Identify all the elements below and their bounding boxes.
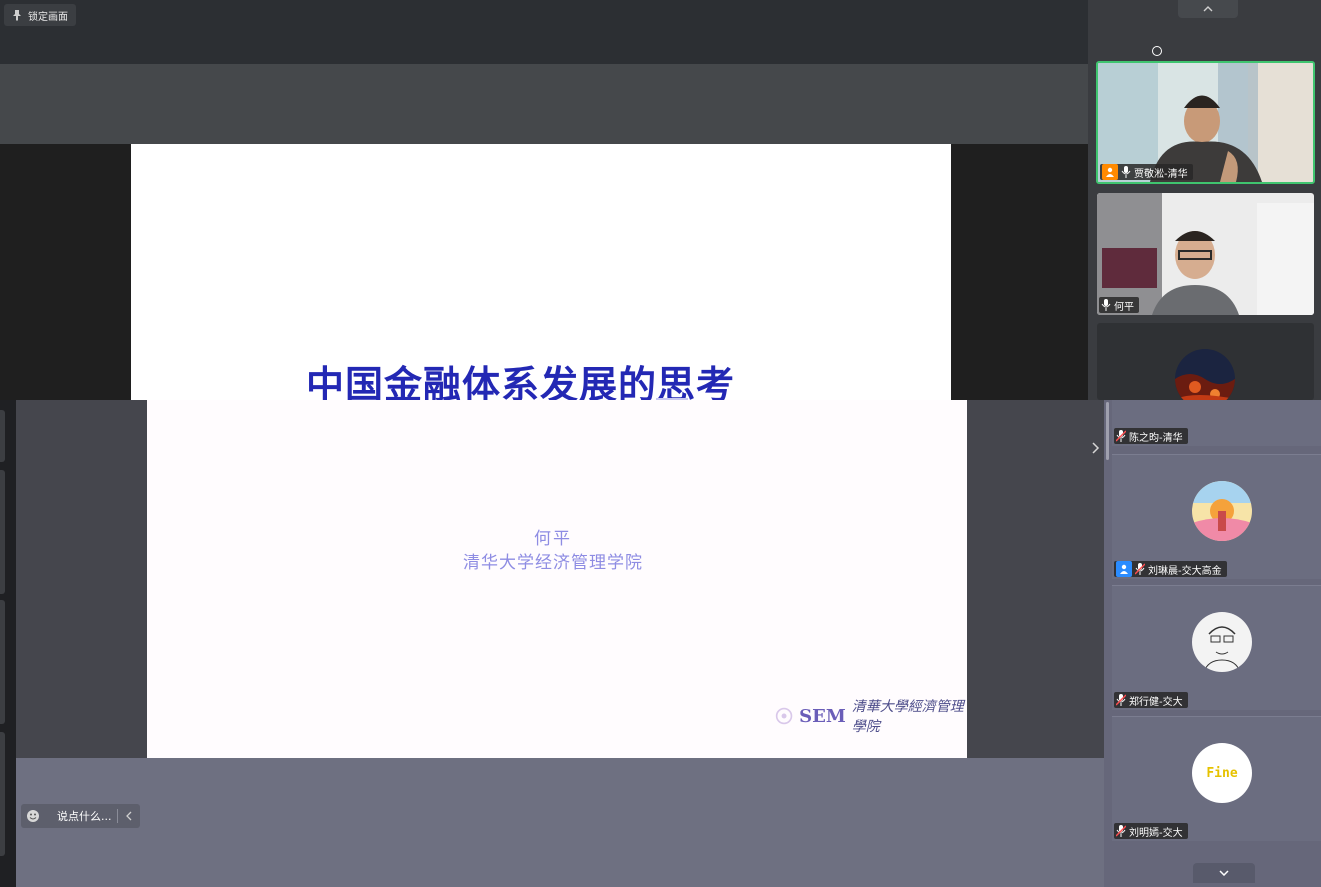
lock-screen-label: 锁定画面	[28, 11, 68, 23]
chat-placeholder: 说点什么...	[57, 810, 112, 823]
participant-name: 刘明嫣-交大	[1129, 827, 1183, 839]
microphone-muted-icon	[1135, 563, 1145, 575]
sem-emblem-icon	[775, 707, 793, 725]
sem-abbr: SEM	[799, 705, 846, 727]
sketch-avatar	[1192, 612, 1252, 672]
participant-name: 郑行健-交大	[1129, 696, 1183, 708]
microphone-icon	[1121, 166, 1131, 178]
sem-script: 清華大學經濟管理學院	[851, 699, 964, 735]
microphone-muted-icon	[1116, 825, 1126, 837]
collapse-up-button[interactable]	[1178, 0, 1238, 18]
chevron-left-icon	[126, 811, 132, 821]
slide-title: 中国金融体系发展的思考	[306, 363, 736, 400]
left-side-rail	[0, 400, 16, 887]
chevron-down-icon	[1219, 870, 1229, 876]
participant-name-tag: 刘琳晨-交大高金	[1114, 561, 1227, 577]
slide-author: 何平	[534, 529, 572, 549]
participant-name-tag: 陈之昀-清华	[1114, 428, 1188, 444]
expand-right-button[interactable]	[1092, 442, 1100, 458]
participant-tile[interactable]: 陈之昀-清华	[1112, 400, 1321, 446]
cursor-indicator	[1152, 46, 1162, 56]
participant-scrollbar[interactable]	[1106, 402, 1109, 460]
participant-name: 贾敬淞-清华	[1134, 168, 1188, 180]
slide-main: 何平 清华大学经济管理学院 SEM 清華大學經濟管理學院	[147, 400, 967, 758]
collapse-chat-button[interactable]	[118, 811, 140, 821]
participant-tile[interactable]	[1097, 323, 1314, 400]
participant-name: 何平	[1114, 301, 1134, 313]
participant-name-tag: 刘明嫣-交大	[1114, 823, 1188, 839]
participant-video-tile[interactable]: 何平	[1097, 193, 1314, 315]
text-avatar: Fine	[1192, 743, 1252, 803]
participant-tile[interactable]: 刘琳晨-交大高金	[1112, 454, 1321, 579]
lock-screen-button[interactable]: 锁定画面	[4, 4, 76, 26]
lava-avatar	[1175, 349, 1235, 400]
participant-name-tag: 何平	[1099, 297, 1139, 313]
top-toolbar-area	[0, 0, 1088, 64]
shared-screen-top-view: 中国金融体系发展的思考	[0, 0, 1088, 400]
cohost-badge-icon	[1116, 561, 1132, 577]
participant-tile[interactable]: Fine 刘明嫣-交大	[1112, 716, 1321, 841]
chevron-up-icon	[1203, 6, 1213, 12]
microphone-muted-icon	[1116, 694, 1126, 706]
sunset-avatar	[1192, 481, 1252, 541]
chat-input-box[interactable]: 说点什么...	[21, 804, 140, 828]
microphone-muted-icon	[1116, 430, 1126, 442]
participant-video-tile[interactable]: 贾敬淞-清华	[1096, 61, 1315, 184]
chevron-right-icon	[1092, 442, 1100, 454]
participant-name-tag: 郑行健-交大	[1114, 692, 1188, 708]
top-band	[0, 64, 1088, 144]
participant-tile[interactable]: 郑行健-交大	[1112, 585, 1321, 710]
host-badge-icon	[1102, 164, 1118, 180]
microphone-icon	[1101, 299, 1111, 311]
pin-icon	[13, 10, 21, 21]
sem-logo: SEM 清華大學經濟管理學院	[775, 696, 967, 736]
bottom-footer-area	[16, 758, 1104, 887]
participant-name-tag: 贾敬淞-清华	[1100, 164, 1193, 180]
scroll-down-button[interactable]	[1193, 863, 1255, 883]
participant-name: 陈之昀-清华	[1129, 432, 1183, 444]
emoji-icon[interactable]	[21, 809, 45, 823]
avatar-text: Fine	[1206, 765, 1238, 781]
participant-name: 刘琳晨-交大高金	[1148, 565, 1222, 577]
slide-preview-top: 中国金融体系发展的思考	[131, 144, 951, 400]
slide-org: 清华大学经济管理学院	[463, 553, 643, 573]
